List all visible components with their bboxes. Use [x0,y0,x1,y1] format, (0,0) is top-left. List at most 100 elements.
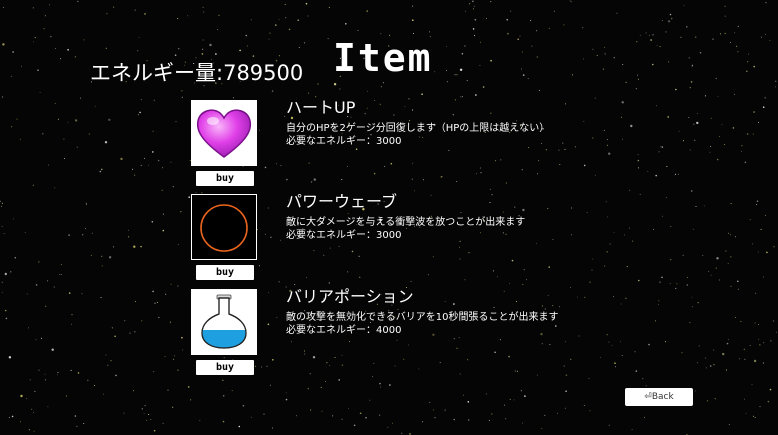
star [704,357,706,359]
star [181,96,183,98]
star [716,257,719,260]
star [88,133,90,135]
star [10,75,12,77]
star [655,105,657,107]
star [759,406,761,408]
star [86,204,88,206]
star [713,349,715,351]
star [692,228,694,230]
star [682,254,684,256]
star [143,412,145,414]
star [661,215,663,217]
star [195,191,197,193]
star [655,174,657,177]
star [29,379,31,381]
star [524,395,526,397]
back-button[interactable]: ⏎Back [625,388,693,406]
star [76,146,78,148]
star [638,167,639,169]
star [263,413,265,415]
star [54,103,56,105]
star [746,133,749,135]
star [454,74,456,76]
star [642,378,644,380]
star [737,51,739,53]
star [459,68,463,72]
star [199,419,201,421]
star [134,331,136,333]
star [101,265,103,267]
star [520,390,522,392]
star [634,351,636,353]
star [630,124,633,128]
star [758,338,760,340]
star [767,400,770,403]
star [538,89,540,91]
star [115,374,117,377]
star [338,379,341,381]
star [27,327,29,329]
star [658,151,660,153]
star [536,56,538,58]
star [71,314,73,316]
star [743,348,746,351]
star [128,236,130,238]
item-cost: 必要なエネルギー：4000 [286,324,401,337]
star [674,173,676,175]
buy-button-barrier-potion[interactable]: buy [196,360,254,375]
star [479,64,481,66]
star [531,45,533,47]
star [775,331,777,333]
star [664,341,666,343]
star [31,408,33,410]
star [445,45,447,47]
star [625,297,627,299]
star [613,296,614,297]
star [635,370,638,372]
star [12,51,14,53]
buy-button-power-wave[interactable]: buy [196,265,254,280]
star [59,274,61,275]
star [513,399,515,401]
star [626,266,628,268]
star [26,398,28,400]
star [28,429,30,431]
star [659,281,661,283]
star [764,214,766,216]
star [752,243,754,245]
star [570,287,571,288]
star [667,116,669,118]
star [661,146,664,148]
star [656,45,658,47]
star [683,4,685,6]
star [278,18,280,20]
star [434,417,436,419]
star [76,425,78,427]
star [382,82,384,84]
star [737,288,739,290]
star [190,399,192,401]
item-barrier-potion: buy バリアポーション 敵の攻撃を無効化できるバリアを10秒間張ることが出来ま… [190,287,610,379]
buy-button-heart-up[interactable]: buy [196,171,254,186]
star [658,300,660,302]
star [332,415,334,417]
star [724,32,726,34]
star [105,354,107,356]
star [741,145,743,147]
star [461,52,464,55]
star [691,64,693,66]
star [162,229,165,232]
star [503,404,505,406]
star [321,410,323,412]
star [724,15,726,17]
star [650,39,652,41]
star [379,382,381,385]
star [467,419,470,421]
star [83,39,85,41]
star [748,53,750,55]
star [1,202,3,204]
star [553,10,555,12]
star [488,419,490,421]
star [509,398,511,400]
star [162,167,164,169]
